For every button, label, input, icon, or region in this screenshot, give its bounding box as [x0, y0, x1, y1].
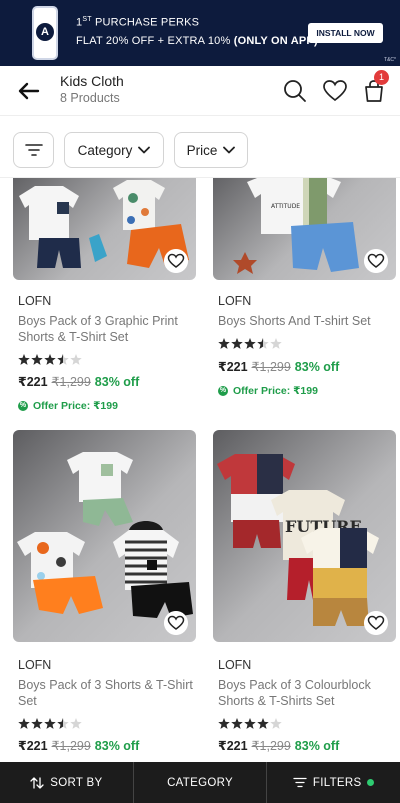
discount-percent: 83% off — [94, 375, 140, 389]
star-filled-icon — [244, 718, 256, 729]
product-name[interactable]: Boys Pack of 3 Shorts & T-Shirt Set — [18, 678, 198, 709]
terms-note: T&C* — [384, 57, 396, 63]
filters-active-dot — [367, 779, 375, 786]
wishlist-heart-icon[interactable] — [364, 611, 388, 635]
price-label: Price — [186, 142, 218, 158]
star-filled-icon — [231, 338, 243, 349]
price-dropdown[interactable]: Price — [174, 132, 248, 168]
search-icon[interactable] — [282, 78, 308, 104]
filters-label: FILTERS — [312, 776, 362, 789]
product-brand: LOFN — [18, 658, 52, 672]
install-now-button[interactable]: INSTALL NOW — [308, 23, 383, 43]
wishlist-heart-icon[interactable] — [364, 249, 388, 273]
filter-icon — [24, 144, 43, 156]
sort-icon — [30, 776, 44, 789]
price-row: ₹221 ₹1,299 83% off — [18, 738, 139, 753]
back-arrow-icon[interactable] — [16, 78, 42, 104]
star-filled-icon — [31, 718, 43, 729]
star-filled-icon — [18, 354, 30, 365]
wishlist-heart-icon[interactable] — [164, 249, 188, 273]
filters-button[interactable]: FILTERS — [267, 762, 400, 803]
mrp-price: ₹1,299 — [51, 739, 91, 753]
category-bar-label: CATEGORY — [167, 776, 233, 789]
chevron-down-icon — [138, 146, 151, 154]
promo-offer-text: FLAT 20% OFF + EXTRA 10% (ONLY ON APP) — [76, 35, 318, 47]
product-brand: LOFN — [18, 294, 52, 308]
rating-stars — [18, 718, 82, 729]
cart-count-badge: 1 — [374, 70, 389, 85]
product-brand: LOFN — [218, 294, 252, 308]
offer-price-text: Offer Price: ₹199 — [33, 400, 118, 412]
filter-row: Category Price — [0, 116, 400, 178]
offer-icon: % — [18, 401, 28, 411]
heart-icon[interactable] — [322, 78, 348, 104]
rating-stars — [18, 354, 82, 365]
star-empty-icon — [70, 354, 82, 365]
star-filled-icon — [257, 718, 269, 729]
offer-price-text: Offer Price: ₹199 — [233, 385, 318, 397]
product-image[interactable] — [13, 178, 196, 280]
star-filled-icon — [44, 718, 56, 729]
discount-percent: 83% off — [94, 739, 140, 753]
selling-price: ₹221 — [218, 739, 248, 753]
product-image[interactable]: ATTITUDE — [213, 178, 396, 280]
price-row: ₹221 ₹1,299 83% off — [218, 738, 339, 753]
star-filled-icon — [231, 718, 243, 729]
page-header: Kids Cloth 8 Products — [0, 66, 400, 116]
offer-price-tag: % Offer Price: ₹199 — [218, 385, 318, 397]
star-filled-icon — [218, 338, 230, 349]
product-image[interactable]: FUTURE — [213, 430, 396, 642]
product-name[interactable]: Boys Pack of 3 Colourblock Shorts & T-Sh… — [218, 678, 398, 709]
category-button[interactable]: CATEGORY — [134, 762, 268, 803]
promo-headline: 1ST PURCHASE PERKS — [76, 16, 200, 29]
bottom-action-bar: SORT BY CATEGORY FILTERS — [0, 762, 400, 803]
star-filled-icon — [218, 718, 230, 729]
product-name[interactable]: Boys Shorts And T-shirt Set — [218, 314, 398, 330]
shirt-print-text: ATTITUDE — [271, 203, 300, 210]
filter-toggle-button[interactable] — [13, 132, 54, 168]
filter-icon — [293, 777, 307, 788]
sort-by-label: SORT BY — [50, 776, 103, 789]
product-grid: LOFN Boys Pack of 3 Graphic Print Shorts… — [0, 178, 400, 762]
clothing-illustration: FUTURE — [217, 454, 379, 626]
star-filled-icon — [18, 718, 30, 729]
mrp-price: ₹1,299 — [251, 360, 291, 374]
promo-banner[interactable]: A 1ST PURCHASE PERKS FLAT 20% OFF + EXTR… — [0, 0, 400, 66]
page-title: Kids Cloth — [60, 73, 124, 89]
app-logo: A — [36, 23, 54, 41]
star-empty-icon — [70, 718, 82, 729]
category-label: Category — [77, 142, 133, 158]
offer-icon: % — [218, 386, 228, 396]
chevron-down-icon — [223, 146, 236, 154]
offer-price-tag: % Offer Price: ₹199 — [18, 400, 118, 412]
product-brand: LOFN — [218, 658, 252, 672]
rating-stars — [218, 718, 282, 729]
selling-price: ₹221 — [218, 360, 248, 374]
price-row: ₹221 ₹1,299 83% off — [18, 374, 139, 389]
star-filled-icon — [31, 354, 43, 365]
app-phone-icon: A — [32, 6, 58, 60]
product-image[interactable] — [13, 430, 196, 642]
product-count: 8 Products — [60, 91, 120, 105]
star-empty-icon — [270, 338, 282, 349]
clothing-illustration — [17, 452, 193, 618]
star-filled-icon — [244, 338, 256, 349]
price-row: ₹221 ₹1,299 83% off — [218, 359, 339, 374]
mrp-price: ₹1,299 — [51, 375, 91, 389]
sort-by-button[interactable]: SORT BY — [0, 762, 134, 803]
star-empty-icon — [270, 718, 282, 729]
product-name[interactable]: Boys Pack of 3 Graphic Print Shorts & T-… — [18, 314, 198, 345]
category-dropdown[interactable]: Category — [64, 132, 164, 168]
selling-price: ₹221 — [18, 739, 48, 753]
star-filled-icon — [44, 354, 56, 365]
wishlist-heart-icon[interactable] — [164, 611, 188, 635]
rating-stars — [218, 338, 282, 349]
discount-percent: 83% off — [294, 360, 340, 374]
discount-percent: 83% off — [294, 739, 340, 753]
mrp-price: ₹1,299 — [251, 739, 291, 753]
selling-price: ₹221 — [18, 375, 48, 389]
